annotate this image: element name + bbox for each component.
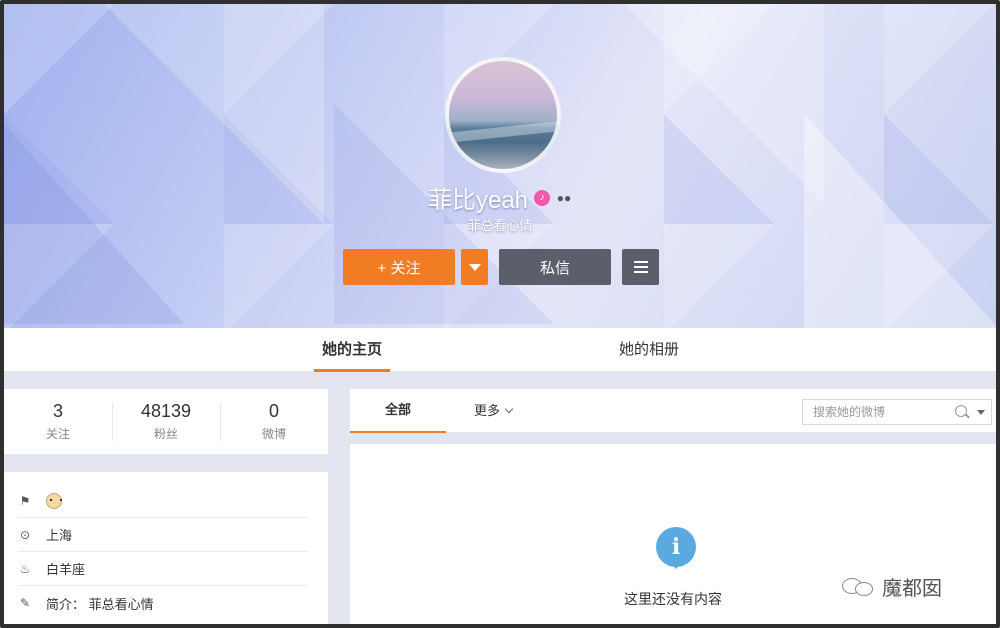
stat-value: 48139 — [140, 401, 192, 421]
info-row-intro: ✎ 简介： 菲总看心情 — [18, 586, 308, 620]
search-input[interactable] — [803, 400, 949, 424]
avatar[interactable] — [445, 57, 561, 173]
profile-cover: 菲比yeah ♪ ●● 菲总看心情 + 关注 私信 — [4, 4, 996, 328]
stat-following[interactable]: 3 关注 — [4, 389, 112, 454]
edit-icon: ✎ — [19, 596, 31, 610]
chevron-down-icon — [504, 404, 514, 414]
stat-followers[interactable]: 48139 粉丝 — [112, 389, 220, 454]
info-row-zodiac: ♨ 白羊座 — [18, 552, 308, 586]
info-icon: i — [656, 527, 696, 569]
stat-label: 关注 — [45, 427, 70, 441]
follow-dropdown-button[interactable] — [461, 249, 488, 285]
zodiac-text: 白羊座 — [46, 562, 86, 577]
flag-icon: ⚑ — [19, 493, 31, 508]
feed-tab-more-label: 更多 — [474, 403, 501, 418]
vip-member-icon[interactable]: ♪ — [534, 189, 551, 206]
emoji-face-icon[interactable] — [46, 492, 62, 509]
feed-search-box — [802, 399, 992, 425]
location-pin-icon: ⊙ — [19, 527, 31, 542]
avatar-sea — [449, 120, 557, 144]
stat-value: 0 — [268, 401, 279, 421]
user-name: 菲比yeah — [427, 187, 529, 214]
profile-bio: 菲总看心情 — [467, 218, 533, 233]
feed-tab-more[interactable]: 更多 — [474, 389, 514, 433]
feed-tab-all[interactable]: 全部 — [350, 389, 446, 433]
cake-icon: ♨ — [19, 561, 31, 576]
more-menu-button[interactable] — [622, 249, 659, 285]
intro-text: 简介： 菲总看心情 — [46, 596, 154, 612]
wechat-icon — [842, 576, 876, 598]
browser-frame: 菲比yeah ♪ ●● 菲总看心情 + 关注 私信 她的主页 她的相册 3 关注… — [0, 0, 1000, 628]
stat-value: 3 — [52, 401, 63, 421]
stat-label: 微博 — [261, 427, 286, 441]
info-card: ⚑ ⊙ 上海 ♨ 白羊座 ✎ 简介： 菲总看心情 — [4, 472, 328, 624]
watermark: 魔都囡 — [842, 572, 942, 601]
caret-down-icon — [468, 263, 481, 271]
info-row-badge: ⚑ — [18, 484, 308, 518]
info-row-location: ⊙ 上海 — [18, 518, 308, 552]
caret-down-icon[interactable] — [977, 410, 985, 415]
search-icon[interactable] — [955, 405, 967, 417]
watermark-text: 魔都囡 — [882, 576, 942, 600]
profile-tabbar: 她的主页 她的相册 — [4, 328, 996, 372]
tab-her-album[interactable]: 她的相册 — [614, 328, 684, 372]
stat-label: 粉丝 — [153, 427, 178, 441]
hamburger-icon — [633, 261, 648, 273]
stat-posts[interactable]: 0 微博 — [220, 389, 328, 454]
tab-her-home[interactable]: 她的主页 — [314, 328, 390, 372]
name-row: 菲比yeah ♪ ●● — [4, 180, 996, 215]
cover-pattern — [624, 4, 824, 204]
badge-eyes-icon[interactable]: ●● — [556, 191, 572, 205]
message-button[interactable]: 私信 — [499, 249, 611, 285]
follow-button[interactable]: + 关注 — [343, 249, 455, 285]
location-text: 上海 — [46, 528, 73, 543]
feed-toolbar: 全部 更多 — [350, 389, 996, 433]
message-button-label: 私信 — [539, 259, 570, 277]
stats-card: 3 关注 48139 粉丝 0 微博 — [4, 389, 328, 454]
follow-button-label: + 关注 — [377, 259, 421, 277]
